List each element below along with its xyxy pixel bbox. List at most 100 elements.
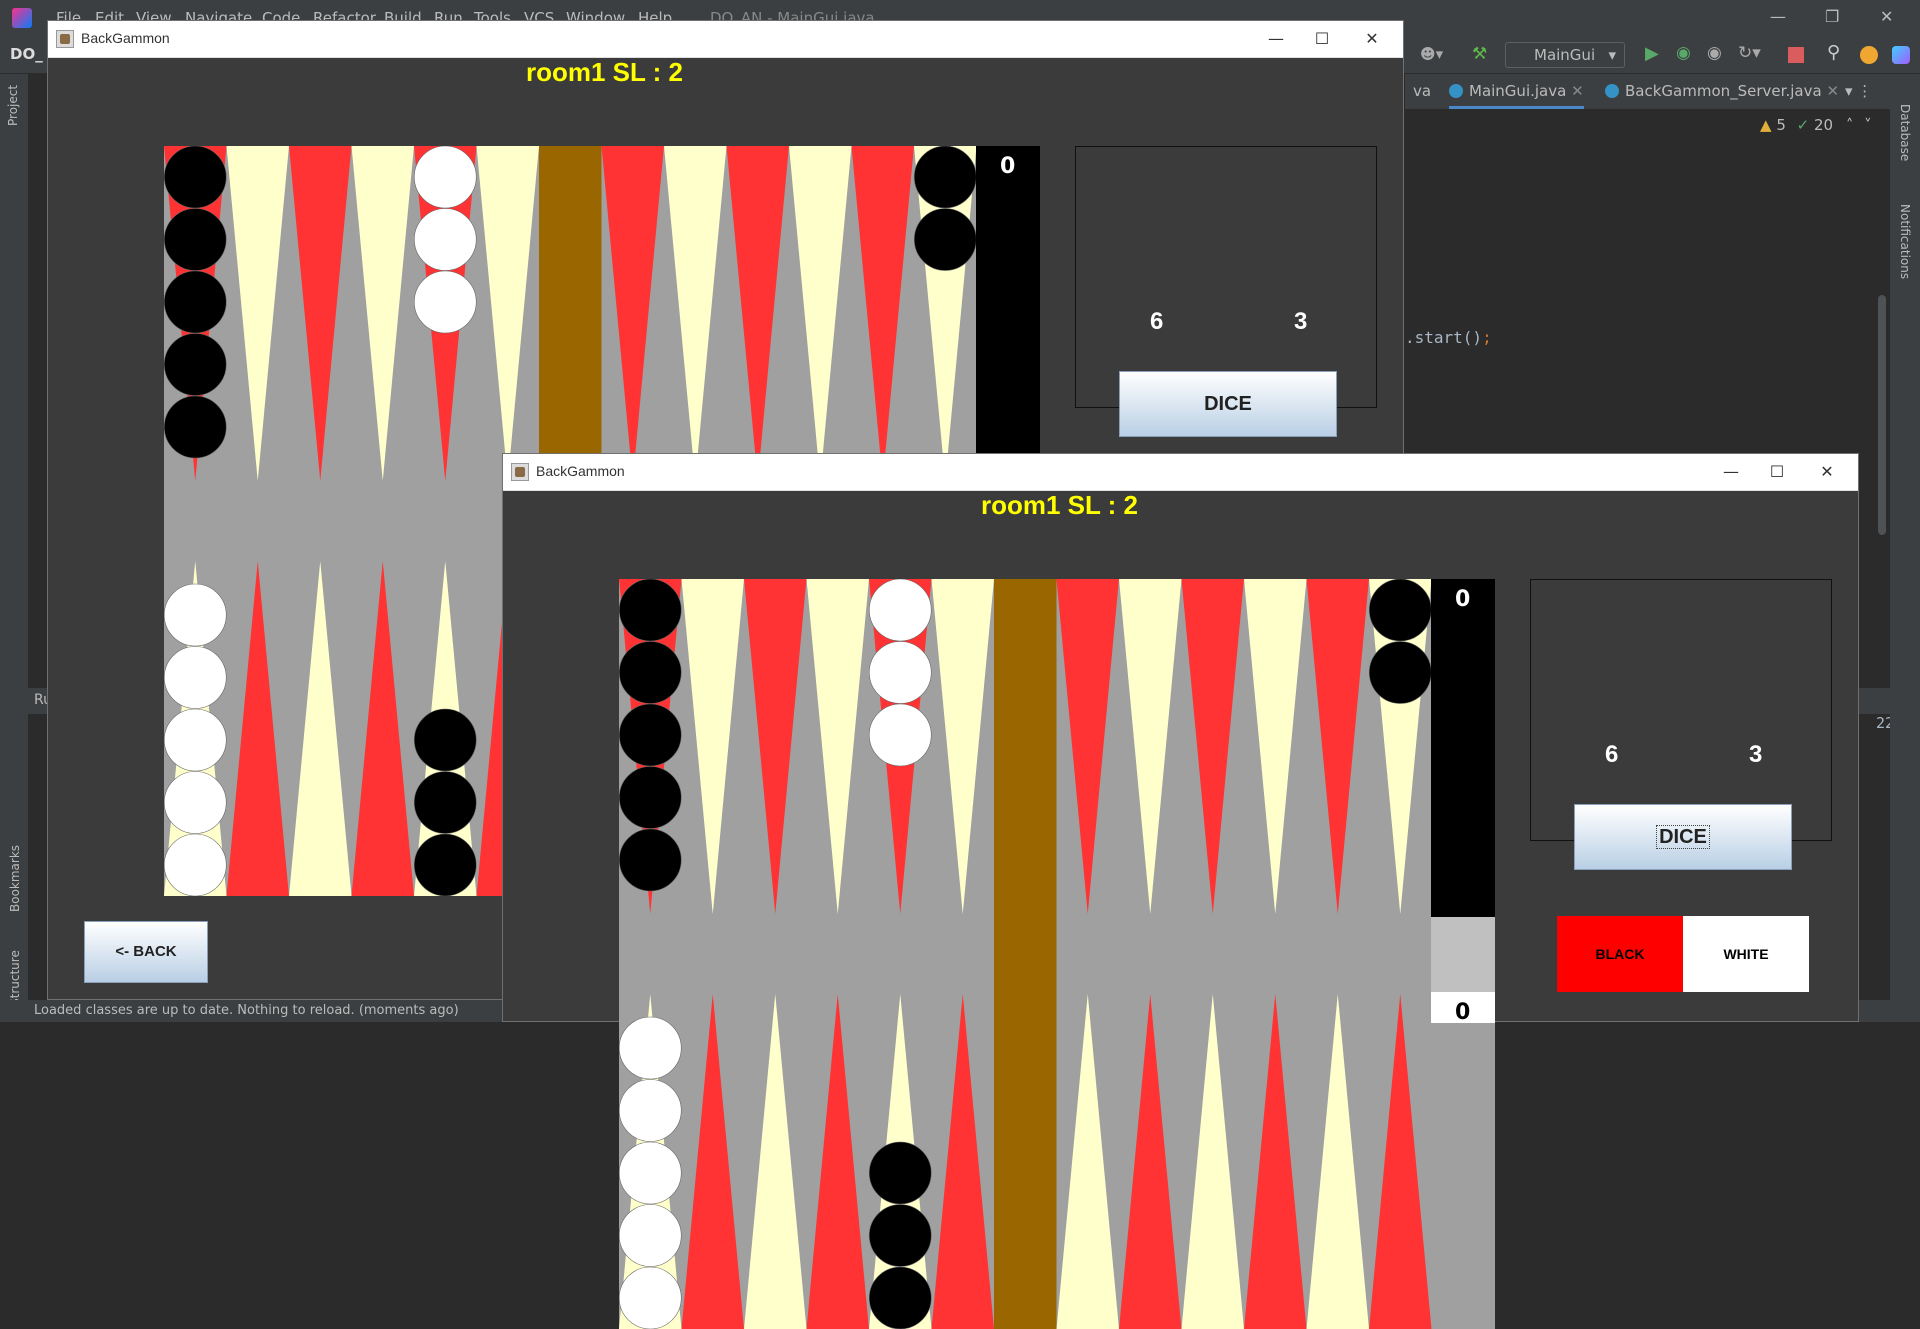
search-icon[interactable]: ⚲ xyxy=(1827,42,1840,63)
white-checker[interactable] xyxy=(868,641,932,704)
black-checker[interactable] xyxy=(913,146,977,209)
white-checker[interactable] xyxy=(868,703,932,767)
check-count: 20 xyxy=(1814,116,1834,134)
bookmarks-tool-tab[interactable]: Bookmarks xyxy=(8,845,22,912)
white-checker[interactable] xyxy=(619,1016,682,1080)
die-2-value: 3 xyxy=(1294,308,1308,335)
maximize-icon[interactable]: ☐ xyxy=(1754,457,1800,487)
debug-icon[interactable]: ◉ xyxy=(1676,43,1691,63)
white-checker[interactable] xyxy=(868,579,932,642)
black-checker[interactable] xyxy=(619,703,682,767)
window-titlebar: BackGammon — ☐ ✕ xyxy=(503,454,1858,491)
structure-tool-tab[interactable]: Structure xyxy=(8,950,22,1006)
java-class-icon xyxy=(1605,84,1619,98)
run-config-label: MainGui xyxy=(1534,46,1596,64)
run-icon[interactable]: ▶ xyxy=(1645,43,1659,64)
room-title: room1 SL : 2 xyxy=(981,490,1139,520)
editor-scrollbar[interactable] xyxy=(1878,295,1886,535)
black-checker[interactable] xyxy=(619,641,682,704)
close-icon[interactable]: ✕ xyxy=(1826,82,1839,100)
chevron-up-icon[interactable]: ˄ xyxy=(1846,116,1854,134)
white-checker[interactable] xyxy=(413,208,477,271)
close-icon[interactable]: ✕ xyxy=(1804,457,1850,487)
chevron-down-icon[interactable]: ˅ xyxy=(1864,116,1872,134)
white-checker[interactable] xyxy=(619,1266,682,1329)
update-icon[interactable] xyxy=(1860,46,1878,64)
white-checker[interactable] xyxy=(413,270,477,334)
bar-count: 0 xyxy=(1000,154,1016,179)
black-checker[interactable] xyxy=(868,1266,932,1329)
white-color-button[interactable]: WHITE xyxy=(1683,916,1809,992)
project-tool-tab[interactable]: Project xyxy=(6,85,20,126)
bar-tray: 0 0 xyxy=(1431,579,1495,1025)
white-checker[interactable] xyxy=(619,1141,682,1205)
white-checker[interactable] xyxy=(619,1204,682,1267)
black-checker[interactable] xyxy=(868,1204,932,1267)
black-checker[interactable] xyxy=(1368,641,1432,704)
profile-icon[interactable]: ↻▾ xyxy=(1738,43,1761,63)
tab-backgammon-server[interactable]: BackGammon_Server.java ✕ xyxy=(1605,82,1839,100)
code-line: .start(); xyxy=(1405,328,1492,347)
left-tool-stripe: Project Bookmarks Structure xyxy=(0,74,28,1022)
black-checker[interactable] xyxy=(413,708,477,772)
ide-minimize-icon[interactable]: — xyxy=(1770,7,1786,26)
run-config-select[interactable]: MainGui ▾ xyxy=(1505,42,1625,68)
black-checker[interactable] xyxy=(164,208,227,271)
java-app-icon xyxy=(56,30,74,48)
black-color-button[interactable]: BLACK xyxy=(1557,916,1683,992)
black-checker[interactable] xyxy=(164,395,227,459)
ide-close-icon[interactable]: ✕ xyxy=(1880,7,1893,26)
inspection-widget[interactable]: ▲ 5 ✓ 20 ˄ ˅ xyxy=(1760,116,1872,134)
black-checker[interactable] xyxy=(619,828,682,892)
hammer-icon[interactable]: ⚒ xyxy=(1472,44,1487,64)
white-checker[interactable] xyxy=(413,146,477,209)
minimize-icon[interactable]: — xyxy=(1708,457,1754,487)
backgammon-board[interactable] xyxy=(619,579,1495,1329)
ide-restore-icon[interactable]: ❐ xyxy=(1825,7,1839,26)
bar-count-top: 0 xyxy=(1455,587,1471,612)
back-button[interactable]: <- BACK xyxy=(84,921,208,983)
bear-off-tray xyxy=(1431,917,1495,992)
black-checker[interactable] xyxy=(164,146,227,209)
minimize-icon[interactable]: — xyxy=(1253,24,1299,54)
white-checker[interactable] xyxy=(164,771,227,834)
white-checker[interactable] xyxy=(164,646,227,709)
warning-icon: ▲ xyxy=(1760,116,1772,134)
user-icon[interactable]: ☻▾ xyxy=(1420,45,1443,63)
black-checker[interactable] xyxy=(164,333,227,396)
dice-button[interactable]: DICE xyxy=(1119,371,1337,437)
black-checker[interactable] xyxy=(164,270,227,334)
black-checker[interactable] xyxy=(913,208,977,271)
tabs-dropdown-icon[interactable]: ▾ ⋮ xyxy=(1845,82,1872,100)
black-checker[interactable] xyxy=(619,579,682,642)
maximize-icon[interactable]: ☐ xyxy=(1299,24,1345,54)
stop-icon[interactable] xyxy=(1788,47,1804,63)
white-checker[interactable] xyxy=(164,583,227,647)
check-icon: ✓ xyxy=(1796,116,1810,134)
white-checker[interactable] xyxy=(164,833,227,896)
white-checker[interactable] xyxy=(164,708,227,772)
center-bar xyxy=(994,579,1057,1329)
white-checker[interactable] xyxy=(619,1079,682,1142)
dice-button[interactable]: DICE xyxy=(1574,804,1792,870)
close-icon[interactable]: ✕ xyxy=(1349,24,1395,54)
black-checker[interactable] xyxy=(413,771,477,834)
die-1-value: 6 xyxy=(1150,308,1164,335)
bar-count-bottom: 0 xyxy=(1455,1000,1471,1025)
close-icon[interactable]: ✕ xyxy=(1571,82,1584,100)
black-checker[interactable] xyxy=(619,766,682,829)
notifications-tool-tab[interactable]: Notifications xyxy=(1898,204,1912,279)
coverage-icon[interactable]: ◉ xyxy=(1707,43,1722,63)
database-tool-tab[interactable]: Database xyxy=(1898,104,1912,161)
black-checker[interactable] xyxy=(413,833,477,896)
toolbox-icon[interactable] xyxy=(1892,46,1910,64)
backgammon-window-front: BackGammon — ☐ ✕ room1 SL : 2 0 0 6 3 DI… xyxy=(502,453,1859,1329)
tab-maingui[interactable]: MainGui.java ✕ xyxy=(1449,82,1584,109)
tab-va[interactable]: va xyxy=(1413,82,1431,100)
java-class-icon xyxy=(1449,84,1463,98)
black-checker[interactable] xyxy=(1368,579,1432,642)
dice-button-label: DICE xyxy=(1656,825,1710,849)
code-text: .start() xyxy=(1405,328,1483,347)
board-svg[interactable] xyxy=(619,579,1495,1329)
black-checker[interactable] xyxy=(868,1141,932,1205)
